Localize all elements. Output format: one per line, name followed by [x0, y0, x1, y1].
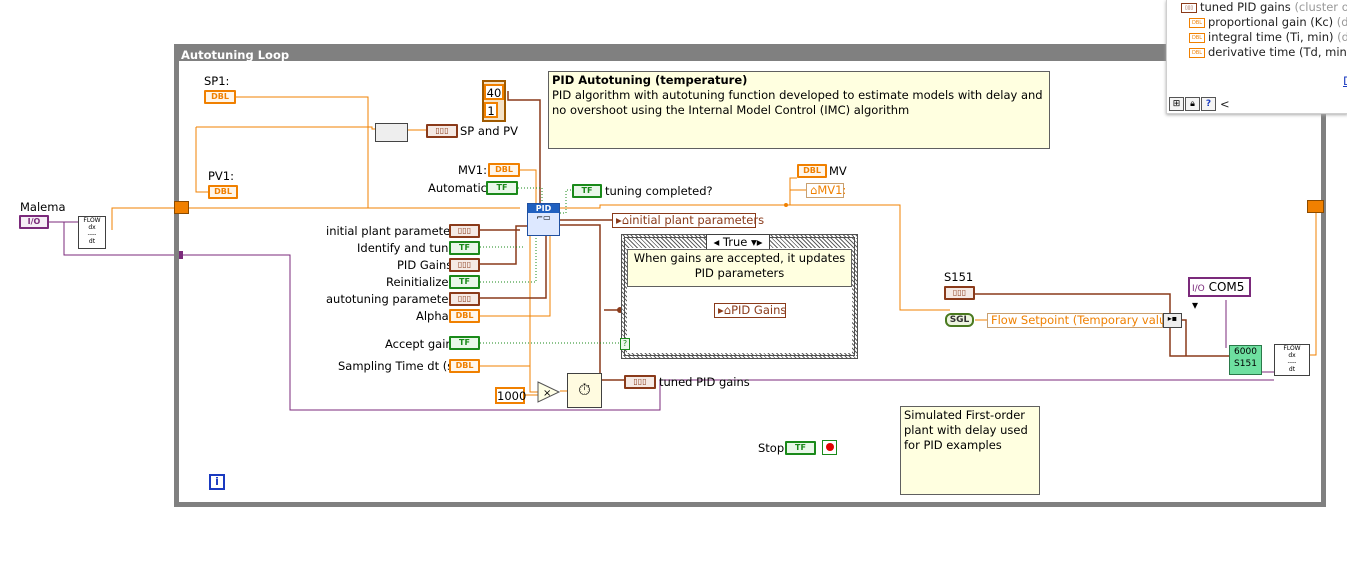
loop-condition-icon[interactable] [822, 440, 837, 455]
bundle-node[interactable]: ▸▪ [1163, 313, 1182, 328]
lock-icon[interactable]: ⊞ [1169, 97, 1184, 111]
tuned-pid-gains-label: tuned PID gains [659, 375, 750, 389]
pid-autotuning-vi[interactable]: PID ⌐▭ [527, 203, 560, 236]
flow-setpoint-node[interactable]: Flow Setpoint (Temporary value) [987, 313, 1178, 328]
padlock-icon[interactable]: 🔒︎ [1185, 97, 1200, 111]
sampling-time-terminal[interactable]: DBL [449, 359, 480, 373]
automatic-terminal[interactable]: TF [486, 181, 518, 195]
array-element-0[interactable]: 40 [484, 84, 504, 100]
initial-plant-parameters-local[interactable]: ▸⌂initial plant parameters [612, 213, 764, 228]
flow-vi-icon-2[interactable]: FLOW dx ---- dt [1274, 344, 1310, 376]
tuned-pid-gains-indicator[interactable]: ▯▯▯ [624, 375, 656, 389]
mv1-label: MV1: [458, 163, 487, 177]
flow-vi-label: FLOW [83, 217, 101, 224]
context-help-item: DBLproportional gain (Kc) (do [1189, 15, 1347, 29]
context-help-title-text: tuned PID gains [1200, 0, 1291, 14]
loop-tunnel-left [174, 201, 189, 214]
context-help-link[interactable]: D [1343, 74, 1347, 88]
sgl-conversion-node[interactable]: SGL [945, 313, 974, 327]
sp1-terminal[interactable]: DBL [204, 90, 236, 104]
pid-gains-label: PID Gains [397, 258, 453, 272]
mv1-local-label: MV1: [817, 183, 847, 197]
initial-plant-parameters-local-label: initial plant parameters [629, 213, 765, 227]
identify-and-tune-label: Identify and tune [357, 241, 456, 255]
s151-terminal[interactable]: ▯▯▯ [944, 286, 975, 300]
alpha-label: Alpha [416, 309, 449, 323]
reinitialize-terminal[interactable]: TF [449, 275, 480, 289]
context-help-item-name: proportional gain (Kc) [1208, 15, 1334, 29]
identify-and-tune-terminal[interactable]: TF [449, 241, 480, 255]
flow-vi-icon[interactable]: FLOW dx ---- dt [78, 216, 106, 249]
loop-title: Autotuning Loop [181, 48, 290, 62]
accept-gain-label: Accept gain [385, 337, 453, 351]
tuning-completed-label: tuning completed? [605, 184, 713, 198]
plant-note: Simulated First-order plant with delay u… [900, 406, 1040, 495]
sp-and-pv-label: SP and PV [460, 124, 518, 138]
alpha-terminal[interactable]: DBL [449, 309, 480, 323]
pv1-terminal[interactable]: DBL [208, 185, 238, 199]
stop-terminal[interactable]: TF [785, 441, 816, 455]
case-note: When gains are accepted, it updates PID … [627, 249, 852, 287]
case-selector-value: True [722, 235, 748, 249]
help-icon[interactable]: ? [1201, 97, 1216, 111]
mv-label: MV [829, 164, 847, 178]
mv1-local-variable[interactable]: ⌂MV1: [806, 183, 847, 198]
sp1-label: SP1: [204, 74, 230, 88]
com5-resource-constant[interactable]: I/O COM5 ▾ [1188, 277, 1251, 312]
context-help-item: DBLintegral time (Ti, min) (do [1189, 30, 1347, 44]
pid-gains-local[interactable]: ▸⌂PID Gains [714, 303, 786, 318]
info-icon[interactable]: i [209, 474, 225, 490]
multiply-symbol: × [543, 388, 551, 399]
device-code: 6000 [1234, 347, 1257, 357]
flow-vi-label-2: FLOW [1283, 345, 1301, 352]
context-help-item: DBLderivative time (Td, min) (c [1189, 45, 1347, 59]
context-help-item-type: (do [1337, 30, 1347, 44]
pv1-label: PV1: [208, 169, 234, 183]
comment-title: PID Autotuning (temperature) [552, 73, 748, 87]
back-nav-icon[interactable]: < [1220, 97, 1230, 111]
comment-body: PID algorithm with autotuning function d… [552, 88, 1043, 117]
malema-io-terminal[interactable]: I/O [19, 215, 49, 229]
initial-plant-parameters-label: initial plant parameters [326, 224, 461, 238]
device-name: S151 [1234, 359, 1257, 369]
sampling-time-label: Sampling Time dt (s) [338, 359, 458, 373]
initial-plant-parameters-terminal[interactable]: ▯▯▯ [449, 224, 480, 238]
malema-label: Malema [20, 200, 66, 214]
autotuning-parameters-terminal[interactable]: ▯▯▯ [449, 292, 480, 306]
wait-ms-icon[interactable]: ⏱ [567, 373, 602, 408]
tuning-completed-indicator[interactable]: TF [572, 184, 602, 198]
autotuning-parameters-label: autotuning parameters [326, 292, 460, 306]
pid-autotuning-comment: PID Autotuning (temperature) PID algorit… [548, 71, 1050, 149]
ms-constant[interactable]: 1000 [495, 387, 526, 404]
build-array-node[interactable] [375, 123, 408, 142]
pid-gains-local-label: PID Gains [731, 303, 787, 317]
device-write-node[interactable]: 6000 S151 [1229, 345, 1262, 375]
context-help-item-name: derivative time (Td, min) [1208, 45, 1347, 59]
pid-vi-label: PID [528, 204, 559, 213]
array-index[interactable]: 1 [484, 102, 498, 118]
multiply-node[interactable]: × [537, 381, 561, 403]
case-selector-terminal[interactable]: ? [620, 338, 630, 350]
reinitialize-label: Reinitialize [386, 275, 449, 289]
pid-gains-terminal[interactable]: ▯▯▯ [449, 258, 480, 272]
loop-tunnel-right [1307, 200, 1324, 213]
mv1-terminal[interactable]: DBL [488, 163, 520, 177]
context-help-title-type: (cluster of 3 [1294, 0, 1347, 14]
accept-gain-terminal[interactable]: TF [449, 336, 480, 350]
com5-value: COM5 [1208, 280, 1245, 294]
context-help-window[interactable]: ▯▯▯tuned PID gains (cluster of 3 DBLprop… [1166, 0, 1347, 114]
automatic-label: Automatic [428, 181, 487, 195]
case-selector[interactable]: ◂ True ▾▸ [706, 234, 770, 250]
stop-label: Stop [758, 441, 785, 455]
mv-indicator[interactable]: DBL [797, 164, 827, 178]
sp-and-pv-terminal[interactable]: ▯▯▯ [426, 124, 458, 138]
context-help-item-type: (do [1336, 15, 1347, 29]
context-help-title: ▯▯▯tuned PID gains (cluster of 3 [1181, 0, 1347, 14]
context-help-item-name: integral time (Ti, min) [1208, 30, 1334, 44]
s151-label: S151 [944, 270, 974, 284]
